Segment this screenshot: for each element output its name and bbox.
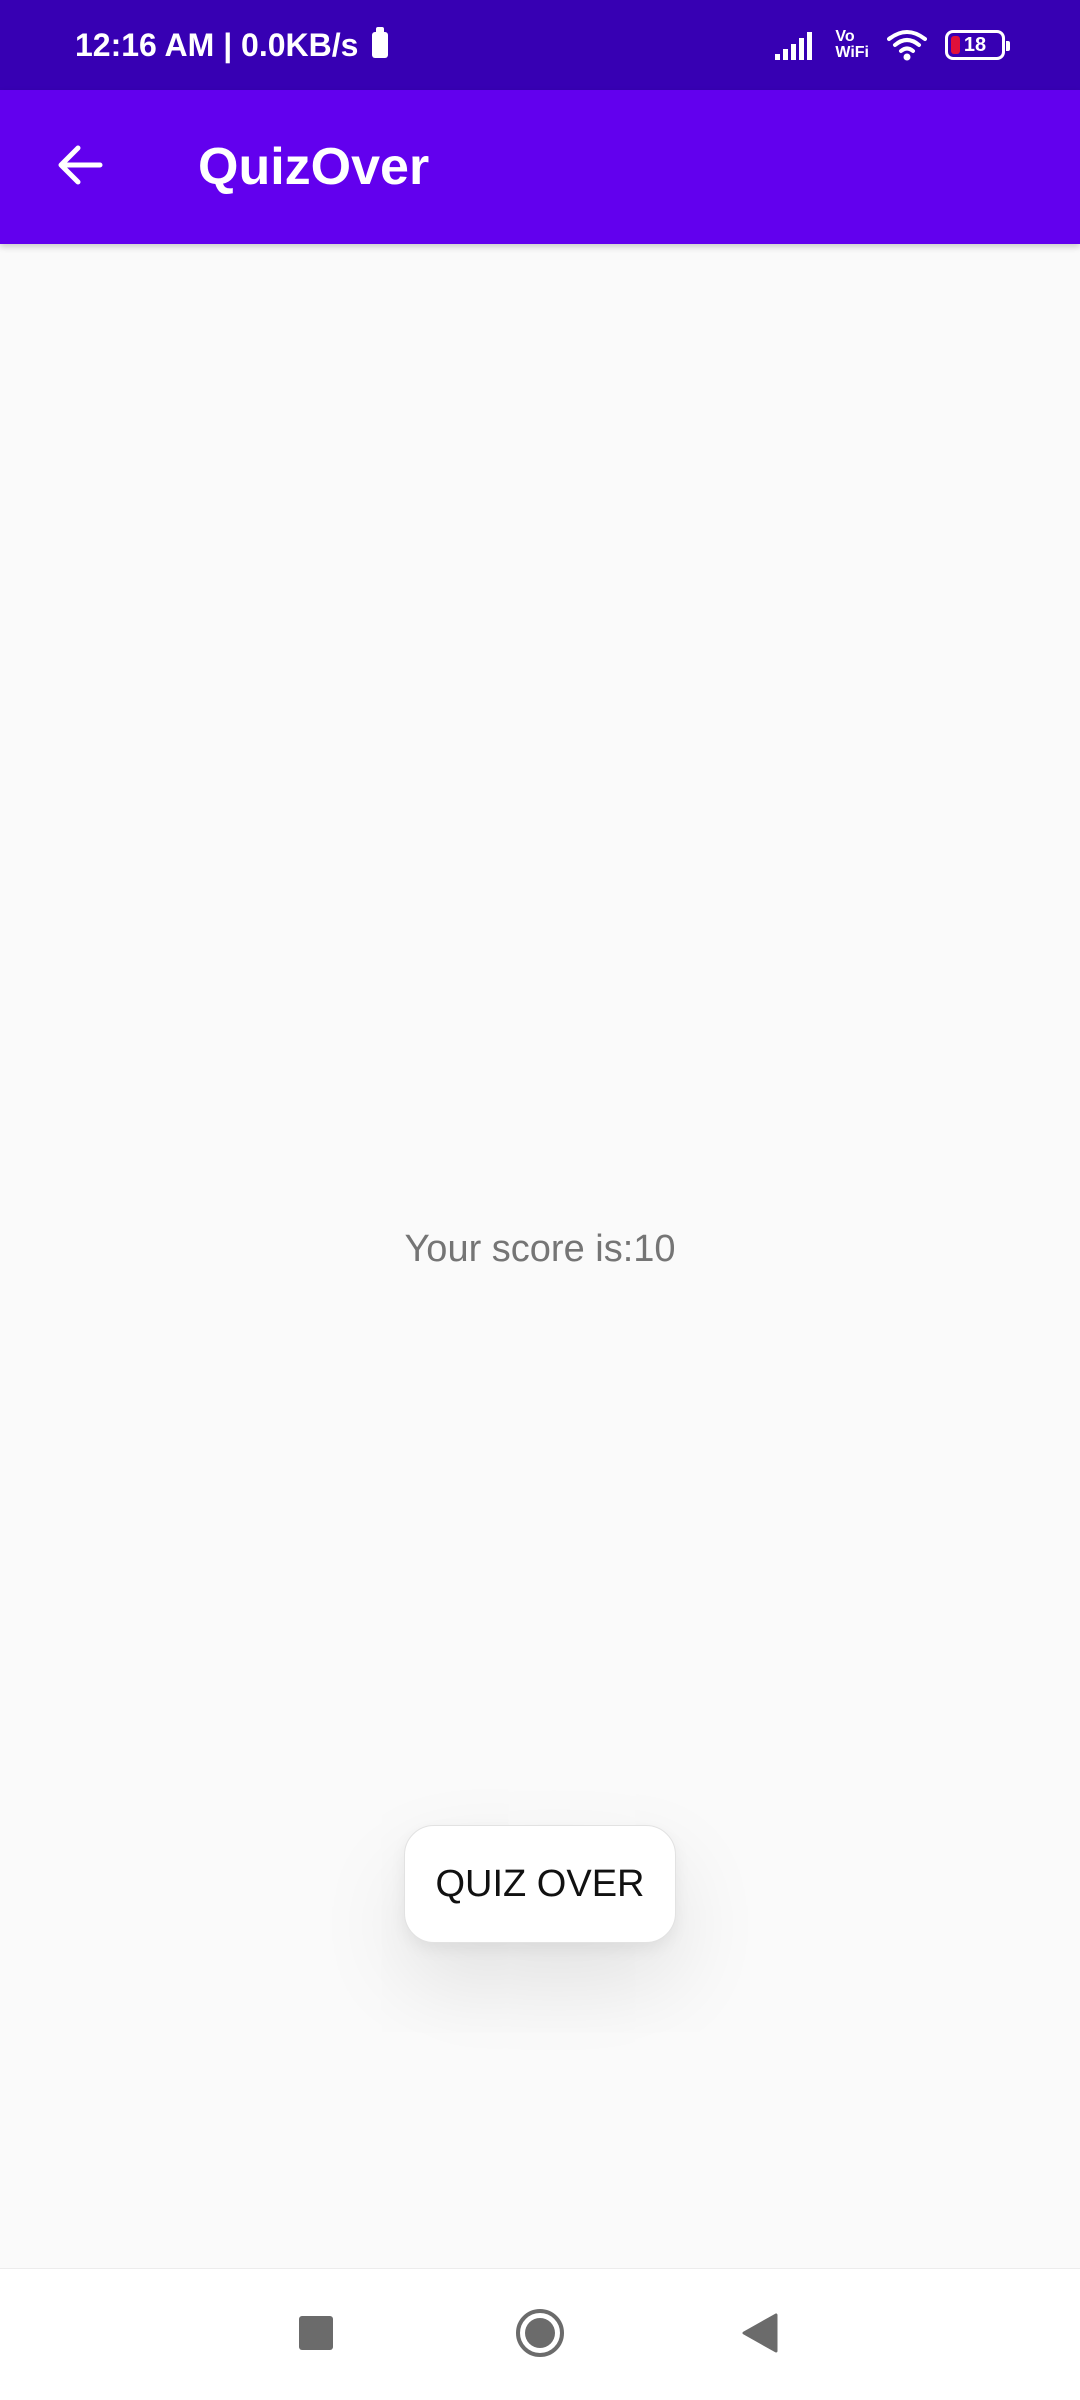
signal-icon [775,30,817,60]
vowifi-top-label: Vo [835,28,855,45]
toast-message: QUIZ OVER [404,1825,676,1943]
screen: 12:16 AM | 0.0KB/s Vo WiFi 18 QuizOver Y… [0,0,1080,2400]
arrow-left-icon [56,143,104,192]
battery-fill [951,36,960,54]
status-bar: 12:16 AM | 0.0KB/s Vo WiFi 18 [0,0,1080,90]
battery-saver-icon [372,27,389,58]
toast-text: QUIZ OVER [435,1862,645,1905]
vowifi-bottom-label: WiFi [835,44,869,61]
status-time-speed: 12:16 AM | 0.0KB/s [75,26,359,63]
nav-back-button[interactable] [720,2295,800,2375]
home-button[interactable] [500,2295,580,2375]
navigation-bar [0,2268,1080,2400]
battery-level: 18 [963,33,987,56]
wifi-icon [887,29,927,61]
circle-icon [515,2308,565,2363]
score-text: Your score is:10 [404,1228,676,1270]
battery-icon: 18 [945,30,1010,60]
status-left: 12:16 AM | 0.0KB/s [75,0,389,90]
status-right: Vo WiFi 18 [775,0,1010,90]
triangle-back-icon [742,2313,778,2358]
page-title: QuizOver [198,138,430,196]
square-icon [299,2315,333,2355]
vowifi-icon: Vo WiFi [835,29,869,61]
back-button[interactable] [40,127,120,207]
app-bar: QuizOver [0,90,1080,244]
recents-button[interactable] [276,2295,356,2375]
